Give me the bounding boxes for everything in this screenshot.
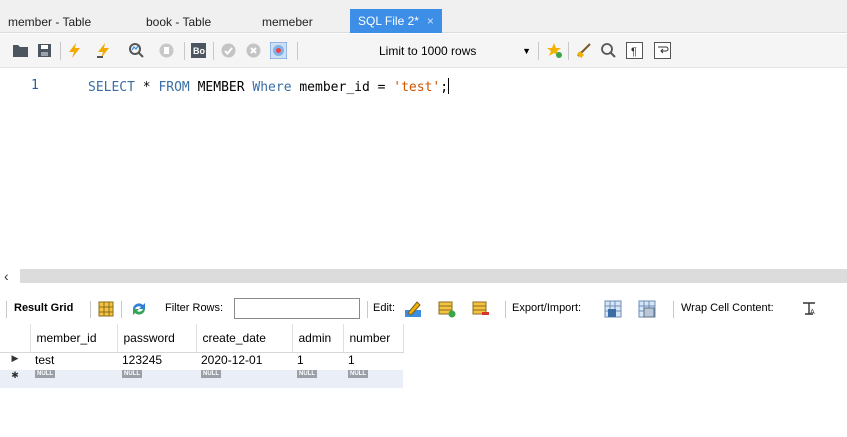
- result-separator: [121, 301, 122, 318]
- result-separator: [90, 301, 91, 318]
- add-row-icon[interactable]: [438, 300, 456, 318]
- commit-icon[interactable]: [220, 42, 237, 59]
- grid-header-row: member_id password create_date admin num…: [0, 324, 404, 353]
- tab-member-table[interactable]: member - Table: [0, 11, 99, 33]
- execute-cursor-lightning-icon[interactable]: [95, 42, 112, 59]
- filter-rows-input[interactable]: [234, 298, 360, 319]
- line-number: 1: [31, 78, 39, 93]
- cell-member-id[interactable]: test: [30, 352, 117, 370]
- execute-lightning-icon[interactable]: [66, 42, 83, 59]
- result-separator: [505, 301, 506, 318]
- result-grid-label[interactable]: Result Grid: [14, 302, 73, 314]
- null-badge: NULL: [35, 370, 55, 378]
- stop-icon[interactable]: [158, 42, 175, 59]
- cell-number[interactable]: 1: [343, 352, 403, 370]
- new-cell-member-id[interactable]: NULL: [30, 370, 117, 388]
- svg-text:A: A: [810, 309, 815, 316]
- result-grid: member_id password create_date admin num…: [0, 324, 404, 388]
- table-row[interactable]: ▶ test 123245 2020-12-01 1 1: [0, 352, 403, 370]
- edit-label: Edit:: [373, 302, 396, 314]
- text-cursor: [448, 78, 450, 94]
- toolbar-separator: [297, 42, 298, 60]
- new-cell-number[interactable]: NULL: [343, 370, 403, 388]
- sql-condition: member_id =: [291, 80, 394, 95]
- edit-cell-icon[interactable]: [404, 300, 422, 318]
- column-header-password[interactable]: password: [117, 324, 197, 353]
- delete-row-icon[interactable]: [472, 300, 490, 318]
- export-import-label: Export/Import:: [512, 302, 582, 314]
- sql-keyword-where: Where: [252, 80, 292, 95]
- sql-terminator: ;: [440, 80, 449, 95]
- toggle-autocommit-icon[interactable]: Bo: [190, 42, 207, 59]
- tab-book-table[interactable]: book - Table: [138, 11, 219, 33]
- chevron-down-icon: ▼: [522, 46, 531, 56]
- sql-table-name: MEMBER: [189, 80, 253, 95]
- column-header-create-date[interactable]: create_date: [196, 324, 293, 353]
- new-cell-password[interactable]: NULL: [117, 370, 196, 388]
- null-badge: NULL: [348, 370, 368, 378]
- add-snippet-icon[interactable]: [546, 42, 563, 59]
- new-cell-create-date[interactable]: NULL: [196, 370, 292, 388]
- export-icon[interactable]: [604, 300, 622, 318]
- limit-rows-label: Limit to 1000 rows: [379, 44, 477, 58]
- new-row[interactable]: ✱ NULL NULL NULL NULL NULL: [0, 370, 403, 388]
- limit-rows-select[interactable]: Limit to 1000 rows ▼: [379, 41, 531, 61]
- new-row-marker: ✱: [0, 370, 30, 388]
- toggle-error-icon[interactable]: [270, 42, 287, 59]
- import-icon[interactable]: [638, 300, 656, 318]
- sql-string-literal: 'test': [393, 80, 441, 95]
- toolbar-separator: [184, 42, 185, 60]
- svg-text:¶: ¶: [631, 46, 637, 58]
- sql-text: *: [134, 80, 159, 95]
- sql-keyword-select: SELECT: [88, 80, 135, 95]
- new-cell-admin[interactable]: NULL: [292, 370, 343, 388]
- invisible-chars-icon[interactable]: ¶: [626, 42, 643, 59]
- chevron-left-icon[interactable]: ‹: [4, 268, 9, 284]
- sql-editor[interactable]: 1 SELECT * FROM MEMBER Where member_id =…: [0, 68, 847, 266]
- wrap-cell-icon[interactable]: A: [800, 300, 818, 318]
- row-selected-marker[interactable]: ▶: [0, 352, 30, 370]
- result-separator: [673, 301, 674, 318]
- result-toolbar: Result Grid Filter Rows: Edit: Export/Im…: [0, 295, 847, 323]
- tab-sql-file-2-label: SQL File 2*: [358, 14, 419, 28]
- null-badge: NULL: [297, 370, 317, 378]
- grid-layout-icon[interactable]: [97, 300, 115, 318]
- close-icon[interactable]: ×: [427, 14, 434, 28]
- tab-sql-file-2[interactable]: SQL File 2* ×: [350, 9, 442, 33]
- open-folder-icon[interactable]: [12, 42, 29, 59]
- scrollbar-thumb[interactable]: [20, 269, 847, 283]
- row-header-corner: [0, 324, 31, 353]
- toolbar-separator: [568, 42, 569, 60]
- horizontal-scrollbar[interactable]: ‹: [0, 266, 847, 286]
- explain-magnifier-icon[interactable]: [128, 42, 145, 59]
- rollback-icon[interactable]: [245, 42, 262, 59]
- editor-toolbar: Bo Limit to 1000 rows ▼ ¶: [0, 34, 847, 68]
- svg-text:Bo: Bo: [193, 46, 205, 56]
- toolbar-separator: [60, 42, 61, 60]
- cell-admin[interactable]: 1: [292, 352, 343, 370]
- tab-bar: member - Table book - Table memeber SQL …: [0, 0, 847, 33]
- find-icon[interactable]: [600, 42, 617, 59]
- wrap-icon[interactable]: [654, 42, 671, 59]
- wrap-cell-content-label: Wrap Cell Content:: [681, 302, 774, 314]
- result-separator: [367, 301, 368, 318]
- column-header-number[interactable]: number: [343, 324, 404, 353]
- toolbar-separator: [538, 42, 539, 60]
- tab-memeber[interactable]: memeber: [254, 11, 321, 33]
- beautify-icon[interactable]: [576, 42, 593, 59]
- filter-rows-label: Filter Rows:: [165, 302, 224, 314]
- result-separator: [6, 301, 7, 318]
- toolbar-separator: [213, 42, 214, 60]
- refresh-icon[interactable]: [130, 300, 148, 318]
- null-badge: NULL: [122, 370, 142, 378]
- sql-code-line[interactable]: SELECT * FROM MEMBER Where member_id = '…: [88, 78, 450, 95]
- save-icon[interactable]: [36, 42, 53, 59]
- column-header-member-id[interactable]: member_id: [30, 324, 118, 353]
- column-header-admin[interactable]: admin: [292, 324, 344, 353]
- cell-create-date[interactable]: 2020-12-01: [196, 352, 292, 370]
- sql-keyword-from: FROM: [158, 80, 190, 95]
- null-badge: NULL: [201, 370, 221, 378]
- cell-password[interactable]: 123245: [117, 352, 196, 370]
